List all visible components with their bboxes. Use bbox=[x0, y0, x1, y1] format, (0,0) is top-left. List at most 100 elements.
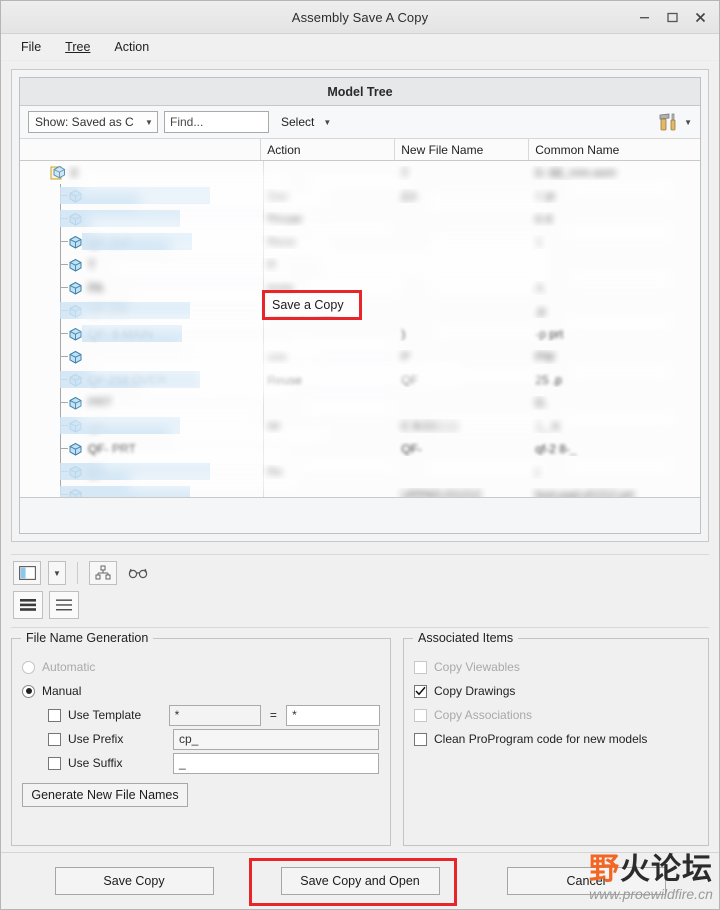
table-row[interactable]: 0 2 0- 68_rnm.asm bbox=[20, 161, 700, 184]
copy-drawings-label: Copy Drawings bbox=[434, 684, 516, 698]
tree-structure-icon[interactable] bbox=[89, 561, 117, 585]
column-header-action[interactable]: Action bbox=[261, 139, 396, 160]
cell-new-file-name: P bbox=[395, 350, 529, 364]
row-selection-highlight bbox=[60, 486, 190, 497]
cell-action: Reuse bbox=[261, 373, 395, 387]
cancel-button[interactable]: Cancel bbox=[506, 867, 666, 895]
copy-associations-label: Copy Associations bbox=[434, 708, 533, 722]
copy-associations-row[interactable]: Copy Associations bbox=[414, 703, 698, 727]
clean-proprogram-row[interactable]: Clean ProProgram code for new models bbox=[414, 727, 698, 751]
tree-table-body[interactable]: 020- 68_rnm.asmSavZJ-z prReuse0 4QF- 8-P… bbox=[20, 161, 700, 497]
close-icon[interactable] bbox=[687, 6, 713, 30]
list-sparse-icon[interactable] bbox=[49, 591, 79, 619]
new-file-name-value: QF- bbox=[401, 441, 422, 456]
find-input[interactable]: Find... bbox=[164, 111, 269, 133]
menu-item-file[interactable]: File bbox=[11, 36, 51, 58]
automatic-radio[interactable] bbox=[22, 660, 35, 674]
select-dropdown-button[interactable]: Select ▼ bbox=[275, 111, 341, 133]
manual-radio[interactable] bbox=[22, 684, 35, 698]
part-icon bbox=[69, 350, 82, 364]
list-dense-icon[interactable] bbox=[13, 591, 43, 619]
copy-viewables-label: Copy Viewables bbox=[434, 660, 520, 674]
row-selection-highlight bbox=[60, 417, 180, 434]
tree-tools-button[interactable]: ▼ bbox=[658, 111, 692, 133]
cell-action: se bbox=[261, 419, 395, 433]
menu-item-action[interactable]: Action bbox=[104, 36, 159, 58]
common-name-value: qf-2 8-_ bbox=[535, 441, 577, 456]
copy-associations-checkbox[interactable] bbox=[414, 708, 427, 722]
menu-item-tree[interactable]: Tree bbox=[55, 36, 100, 58]
manual-radio-row[interactable]: Manual bbox=[22, 679, 380, 703]
window-title: Assembly Save A Copy bbox=[291, 9, 429, 25]
new-file-name-value: UPPAD-D1212 bbox=[401, 487, 482, 498]
automatic-radio-row[interactable]: Automatic bbox=[22, 655, 380, 679]
cell-name bbox=[20, 345, 261, 368]
window-controls bbox=[631, 1, 713, 34]
panel-layout-icon[interactable] bbox=[13, 561, 41, 585]
column-header-common-name[interactable]: Common Name bbox=[529, 139, 700, 160]
model-tree-toolbar: Show: Saved as C ▼ Find... Select ▼ ▼ bbox=[20, 106, 700, 139]
hammer-screwdriver-icon bbox=[659, 113, 676, 131]
copy-viewables-checkbox[interactable] bbox=[414, 660, 427, 674]
template-equals-label: = bbox=[269, 708, 277, 722]
prefix-value: cp_ bbox=[179, 732, 199, 746]
table-row[interactable]: PRT D. bbox=[20, 391, 700, 414]
generate-new-file-names-button[interactable]: Generate New File Names bbox=[22, 783, 188, 807]
template-left-input[interactable]: * bbox=[168, 704, 261, 726]
row-name: T bbox=[88, 257, 96, 272]
action-value: euse bbox=[267, 280, 294, 295]
table-row[interactable]: TR bbox=[20, 253, 700, 276]
column-header-new-file-name[interactable]: New File Name bbox=[395, 139, 530, 160]
table-row[interactable]: QF- PRT QF-qf-2 8-_ bbox=[20, 437, 700, 460]
tree-branch-line bbox=[54, 253, 68, 276]
use-prefix-checkbox[interactable] bbox=[48, 732, 61, 746]
toolbar-divider bbox=[77, 562, 78, 584]
template-right-input[interactable]: * bbox=[286, 704, 381, 726]
use-suffix-checkbox[interactable] bbox=[48, 756, 61, 770]
new-file-name-value: C 8-DECO bbox=[401, 418, 459, 433]
tree-branch-line bbox=[54, 276, 68, 299]
clean-proprogram-checkbox[interactable] bbox=[414, 732, 427, 746]
template-left-value: * bbox=[174, 708, 180, 722]
use-suffix-row[interactable]: Use Suffix _ bbox=[48, 751, 380, 775]
tree-branch-line bbox=[54, 322, 68, 345]
use-suffix-label: Use Suffix bbox=[68, 756, 123, 770]
common-name-value: .p bbox=[535, 303, 546, 318]
copy-drawings-checkbox[interactable] bbox=[414, 684, 427, 698]
show-filter-dropdown[interactable]: Show: Saved as C ▼ bbox=[28, 111, 158, 133]
common-name-value: -p prt bbox=[535, 326, 564, 341]
common-name-value: D. bbox=[535, 395, 548, 410]
assembly-icon bbox=[50, 165, 65, 180]
use-prefix-row[interactable]: Use Prefix cp_ bbox=[48, 727, 380, 751]
copy-drawings-row[interactable]: Copy Drawings bbox=[414, 679, 698, 703]
part-icon bbox=[69, 235, 82, 249]
maximize-icon[interactable] bbox=[659, 6, 685, 30]
row-selection-highlight bbox=[82, 325, 182, 342]
select-label: Select bbox=[281, 115, 315, 129]
cell-common-name: foot-pad-d1212.prt bbox=[529, 488, 700, 498]
use-template-row[interactable]: Use Template * = * bbox=[48, 703, 381, 727]
common-name-value: 25 .p bbox=[535, 372, 562, 387]
common-name-value: A bbox=[535, 280, 544, 295]
cell-common-name: 0 4 bbox=[529, 212, 700, 226]
table-row[interactable]: use P PW bbox=[20, 345, 700, 368]
prefix-input[interactable]: cp_ bbox=[173, 728, 379, 750]
chevron-down-icon: ▼ bbox=[145, 117, 153, 127]
model-tree-inner: Model Tree Show: Saved as C ▼ Find... Se… bbox=[19, 77, 701, 534]
column-header-name[interactable] bbox=[20, 139, 262, 160]
suffix-input[interactable]: _ bbox=[173, 752, 379, 774]
table-row[interactable]: PA euse A bbox=[20, 276, 700, 299]
copy-viewables-row[interactable]: Copy Viewables bbox=[414, 655, 698, 679]
minimize-icon[interactable] bbox=[631, 6, 657, 30]
cell-common-name: A bbox=[529, 281, 700, 295]
glasses-icon[interactable] bbox=[124, 561, 152, 585]
cell-common-name: 1_ rt bbox=[529, 419, 700, 433]
action-value: Sav bbox=[267, 188, 288, 203]
action-value: Reus bbox=[267, 234, 296, 249]
save-a-copy-action-cell[interactable]: Save a Copy bbox=[265, 294, 359, 316]
new-file-name-value: ZJ- bbox=[401, 188, 419, 203]
save-copy-button[interactable]: Save Copy bbox=[54, 867, 214, 895]
panel-layout-dropdown[interactable]: ▼ bbox=[48, 561, 66, 585]
use-template-checkbox[interactable] bbox=[48, 708, 61, 722]
manual-label: Manual bbox=[42, 684, 82, 698]
